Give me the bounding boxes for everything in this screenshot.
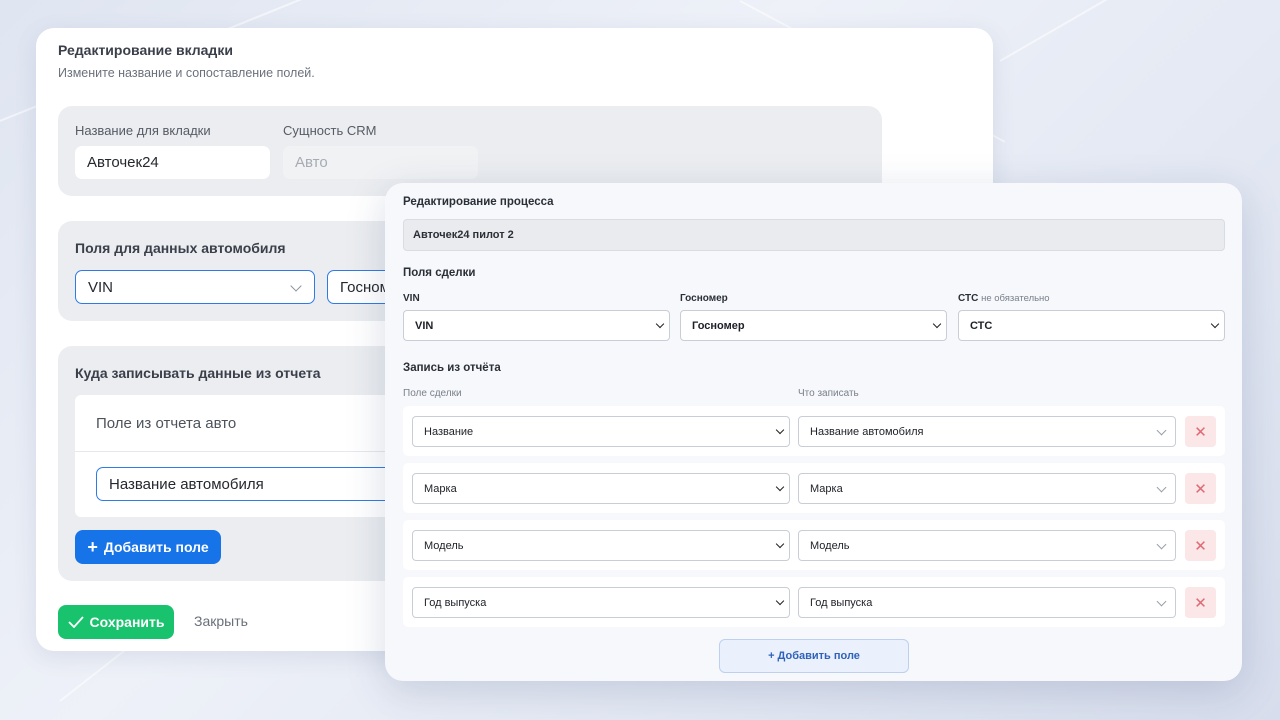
entity-label: Сущность CRM xyxy=(283,123,377,138)
report-value-select[interactable]: Модель xyxy=(798,530,1176,561)
close-icon: ✕ xyxy=(1194,537,1207,555)
close-button[interactable]: Закрыть xyxy=(194,613,248,629)
check-icon xyxy=(67,616,84,628)
deal-field-select[interactable]: Модель xyxy=(412,530,790,561)
save-button[interactable]: Сохранить xyxy=(58,605,174,639)
chevron-down-icon xyxy=(655,319,665,329)
sts-select[interactable]: СТС xyxy=(958,310,1225,341)
mapping-row: Марка Марка ✕ xyxy=(403,463,1225,513)
deal-field-value: Название xyxy=(424,425,474,438)
chevron-down-icon xyxy=(775,482,785,492)
chevron-down-icon xyxy=(932,319,942,329)
deal-field-select[interactable]: Название xyxy=(412,416,790,447)
report-record-heading: Запись из отчёта xyxy=(403,362,501,374)
vin-select[interactable]: VIN xyxy=(403,310,670,341)
deal-field-select[interactable]: Марка xyxy=(412,473,790,504)
chevron-down-icon xyxy=(1156,539,1167,550)
deal-field-select[interactable]: Год выпуска xyxy=(412,587,790,618)
chevron-down-icon xyxy=(1156,482,1167,493)
report-heading: Куда записывать данные из отчета xyxy=(75,365,321,381)
chevron-down-icon xyxy=(775,425,785,435)
report-value-select[interactable]: Название автомобиля xyxy=(798,416,1176,447)
report-field-label: Поле из отчета авто xyxy=(96,415,237,432)
chevron-down-icon xyxy=(1156,425,1167,436)
delete-row-button[interactable]: ✕ xyxy=(1185,416,1216,447)
process-name-field[interactable]: Авточек24 пилот 2 xyxy=(403,219,1225,251)
delete-row-button[interactable]: ✕ xyxy=(1185,530,1216,561)
deal-field-value: Год выпуска xyxy=(424,596,487,609)
chevron-down-icon xyxy=(1156,596,1167,607)
col-deal-field: Поле сделки xyxy=(403,388,462,399)
chevron-down-icon xyxy=(1210,319,1220,329)
sts-label-text: СТС xyxy=(958,293,979,304)
panel-title: Редактирование вкладки xyxy=(58,42,233,58)
deal-field-value: Марка xyxy=(424,482,457,495)
report-field-select[interactable]: Название автомобиля xyxy=(96,467,416,501)
gosnomer-label: Госномер xyxy=(680,293,728,304)
add-field-button[interactable]: + Добавить поле xyxy=(75,530,221,564)
mapping-row: Название Название автомобиля ✕ xyxy=(403,406,1225,456)
close-icon: ✕ xyxy=(1194,594,1207,612)
add-field-label: Добавить поле xyxy=(103,539,209,555)
chevron-down-icon xyxy=(290,280,302,292)
mapping-row: Модель Модель ✕ xyxy=(403,520,1225,570)
gosnomer-select-value: Госном xyxy=(340,278,390,296)
tab-name-label: Название для вкладки xyxy=(75,123,211,138)
report-value: Марка xyxy=(810,482,843,495)
col-what-write: Что записать xyxy=(798,388,859,399)
plus-icon: + xyxy=(87,537,98,557)
save-label: Сохранить xyxy=(89,614,165,630)
deal-field-value: Модель xyxy=(424,539,464,552)
tab-name-input[interactable]: Авточек24 xyxy=(75,146,270,179)
close-icon: ✕ xyxy=(1194,423,1207,441)
gosnomer-select[interactable]: Госномер xyxy=(680,310,947,341)
gosnomer-select-value: Госномер xyxy=(692,319,745,332)
report-value: Название автомобиля xyxy=(810,425,924,438)
process-panel-title: Редактирование процесса xyxy=(403,196,554,208)
report-value: Год выпуска xyxy=(810,596,873,609)
chevron-down-icon xyxy=(775,596,785,606)
sts-label: СТС не обязательно xyxy=(958,293,1050,304)
report-value: Модель xyxy=(810,539,850,552)
report-value-select[interactable]: Марка xyxy=(798,473,1176,504)
delete-row-button[interactable]: ✕ xyxy=(1185,587,1216,618)
chevron-down-icon xyxy=(775,539,785,549)
panel-subtitle: Измените название и сопоставление полей. xyxy=(58,66,315,80)
background-streak xyxy=(999,0,1278,62)
delete-row-button[interactable]: ✕ xyxy=(1185,473,1216,504)
add-field-button[interactable]: + Добавить поле xyxy=(719,639,909,673)
sts-select-value: СТС xyxy=(970,319,993,332)
vin-label: VIN xyxy=(403,293,420,304)
deal-fields-heading: Поля сделки xyxy=(403,267,476,279)
report-value-select[interactable]: Год выпуска xyxy=(798,587,1176,618)
vin-select[interactable]: VIN xyxy=(75,270,315,304)
entity-input: Авто xyxy=(283,146,478,179)
car-fields-heading: Поля для данных автомобиля xyxy=(75,240,286,256)
edit-process-panel: Редактирование процесса Авточек24 пилот … xyxy=(385,183,1242,681)
vin-select-value: VIN xyxy=(415,319,434,332)
sts-optional-text: не обязательно xyxy=(981,293,1050,304)
mapping-row: Год выпуска Год выпуска ✕ xyxy=(403,577,1225,627)
close-icon: ✕ xyxy=(1194,480,1207,498)
vin-select-value: VIN xyxy=(88,278,114,296)
